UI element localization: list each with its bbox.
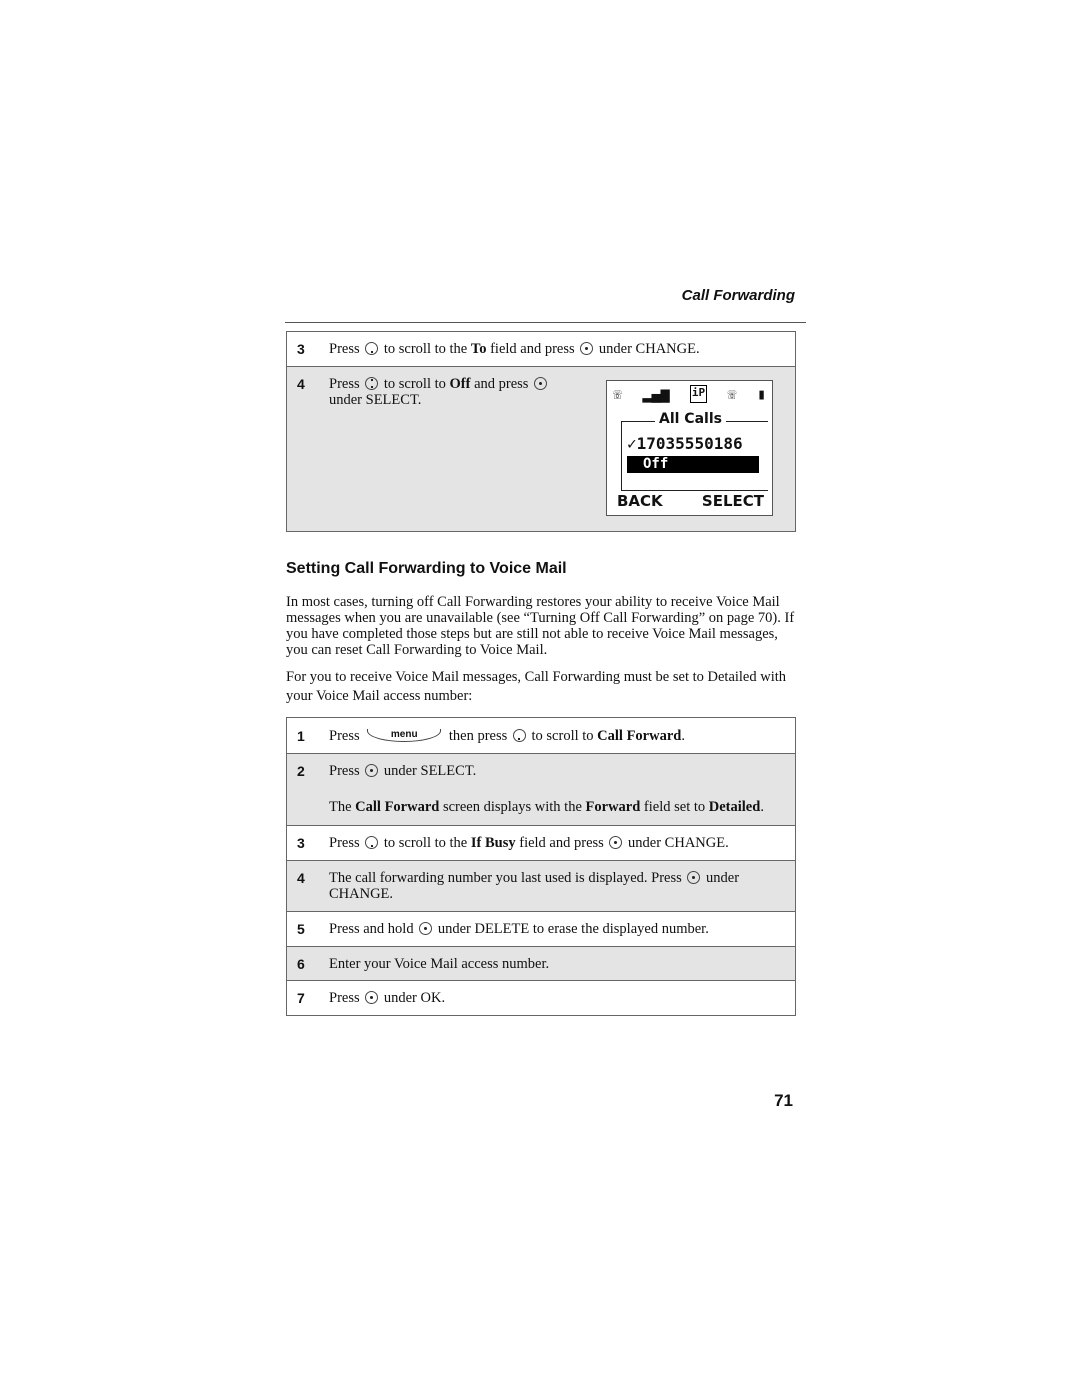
status-bar: ☏ ▂▄▆ iP ☏ ▮ <box>613 385 766 403</box>
header-rule <box>285 322 806 323</box>
text: Press and hold <box>329 921 414 937</box>
text: under SELECT. <box>329 392 422 408</box>
step-number: 3 <box>297 341 305 357</box>
text: under SELECT. <box>383 763 477 779</box>
field-value: Off <box>449 376 471 392</box>
nav-key-icon <box>512 729 526 742</box>
select-key-icon <box>687 871 701 884</box>
menu-key-icon: menu <box>367 729 442 742</box>
softkey-select: SELECT <box>701 492 764 510</box>
select-key-icon <box>609 836 623 849</box>
menu-item: Call Forward <box>597 728 682 744</box>
text: Press <box>329 763 360 779</box>
phone-icon: ☏ <box>613 385 623 403</box>
highlighted-option: Off <box>627 456 759 473</box>
field-name: Forward <box>585 799 641 815</box>
section-heading: Setting Call Forwarding to Voice Mail <box>286 560 567 577</box>
text: to scroll to the <box>383 341 468 357</box>
step-text: Press under SELECT. The Call Forward scr… <box>329 763 795 815</box>
forward-number: 17035550186 <box>636 434 743 453</box>
step-text: Press menu then press to scroll to Call … <box>329 728 795 744</box>
text: to scroll to <box>531 728 594 744</box>
steps-table: 1 Press menu then press to scroll to Cal… <box>286 717 796 1016</box>
text: under OK. <box>383 990 446 1006</box>
step-number: 4 <box>297 870 305 886</box>
step-row: 4 The call forwarding number you last us… <box>287 861 795 912</box>
text: field and press <box>519 835 604 851</box>
text: screen displays with the <box>442 799 582 815</box>
select-key-icon <box>419 922 433 935</box>
text: then press <box>448 728 508 744</box>
text: under CHANGE. <box>628 835 729 851</box>
step-row: 3 Press to scroll to the To field and pr… <box>287 332 795 367</box>
text: under CHANGE. <box>598 341 700 357</box>
select-key-icon <box>365 991 379 1004</box>
step-row: 1 Press menu then press to scroll to Cal… <box>287 718 795 754</box>
nav-key-icon <box>365 836 379 849</box>
nav-key-updown-icon <box>365 377 379 390</box>
requirement-paragraph: For you to receive Voice Mail messages, … <box>286 669 787 704</box>
field-name: To <box>470 341 487 357</box>
select-key-icon <box>534 377 548 390</box>
step-text: The call forwarding number you last used… <box>329 870 795 902</box>
step-number: 4 <box>297 376 305 392</box>
forward-number-row: ✓17035550186 <box>627 434 743 453</box>
step-row: 2 Press under SELECT. The Call Forward s… <box>287 754 795 826</box>
text: to scroll to <box>383 376 446 392</box>
step-text: Enter your Voice Mail access number. <box>329 956 795 972</box>
screen-title: All Calls <box>655 411 726 427</box>
text: Enter your Voice Mail access number. <box>329 956 550 972</box>
step-note: The Call Forward screen displays with th… <box>329 799 785 815</box>
checkmark-icon: ✓ <box>627 434 637 453</box>
step-row: 7 Press under OK. <box>287 981 795 1016</box>
signal-icon: ▂▄▆ <box>642 385 670 403</box>
text: field and press <box>490 341 575 357</box>
step-number: 7 <box>297 990 305 1006</box>
text: to scroll to the <box>383 835 468 851</box>
step-row: 5 Press and hold under DELETE to erase t… <box>287 912 795 947</box>
step-number: 3 <box>297 835 305 851</box>
text: Press <box>329 376 360 392</box>
text: . <box>681 728 685 744</box>
text: field set to <box>643 799 706 815</box>
text: Press <box>329 728 360 744</box>
text: and press <box>474 376 529 392</box>
step-number: 2 <box>297 763 305 779</box>
screen-name: Call Forward <box>355 799 440 815</box>
step-text: Press to scroll to the If Busy field and… <box>329 835 795 851</box>
phone-icon: ☏ <box>727 385 737 403</box>
step-row: 3 Press to scroll to the If Busy field a… <box>287 826 795 861</box>
text: Press <box>329 835 360 851</box>
step-row: 6 Enter your Voice Mail access number. <box>287 947 795 981</box>
running-head: Call Forwarding <box>681 287 795 304</box>
ip-icon: iP <box>689 385 708 403</box>
softkey-back: BACK <box>617 492 663 510</box>
text: . <box>760 799 764 815</box>
select-key-icon <box>580 342 594 355</box>
text: under DELETE to erase the displayed numb… <box>437 921 709 937</box>
step-text: Press to scroll to Off and press under S… <box>329 376 579 531</box>
battery-icon: ▮ <box>756 385 766 403</box>
field-value: Detailed <box>708 799 761 815</box>
phone-screen-illustration: ☏ ▂▄▆ iP ☏ ▮ All Calls ✓17035550186 Off … <box>606 380 773 516</box>
page-number: 71 <box>774 1091 793 1110</box>
field-name: If Busy <box>470 835 516 851</box>
step-text: Press and hold under DELETE to erase the… <box>329 921 795 937</box>
text: Press <box>329 341 360 357</box>
intro-paragraph: In most cases, turning off Call Forwardi… <box>286 594 795 658</box>
text: The call forwarding number you last used… <box>329 870 682 886</box>
step-text: Press under OK. <box>329 990 795 1006</box>
step-number: 6 <box>297 956 305 972</box>
select-key-icon <box>365 764 379 777</box>
text: The <box>329 799 352 815</box>
step-number: 5 <box>297 921 305 937</box>
step-number: 1 <box>297 728 305 744</box>
text: Press <box>329 990 360 1006</box>
nav-key-icon <box>365 342 379 355</box>
step-text: Press to scroll to the To field and pres… <box>329 341 795 357</box>
